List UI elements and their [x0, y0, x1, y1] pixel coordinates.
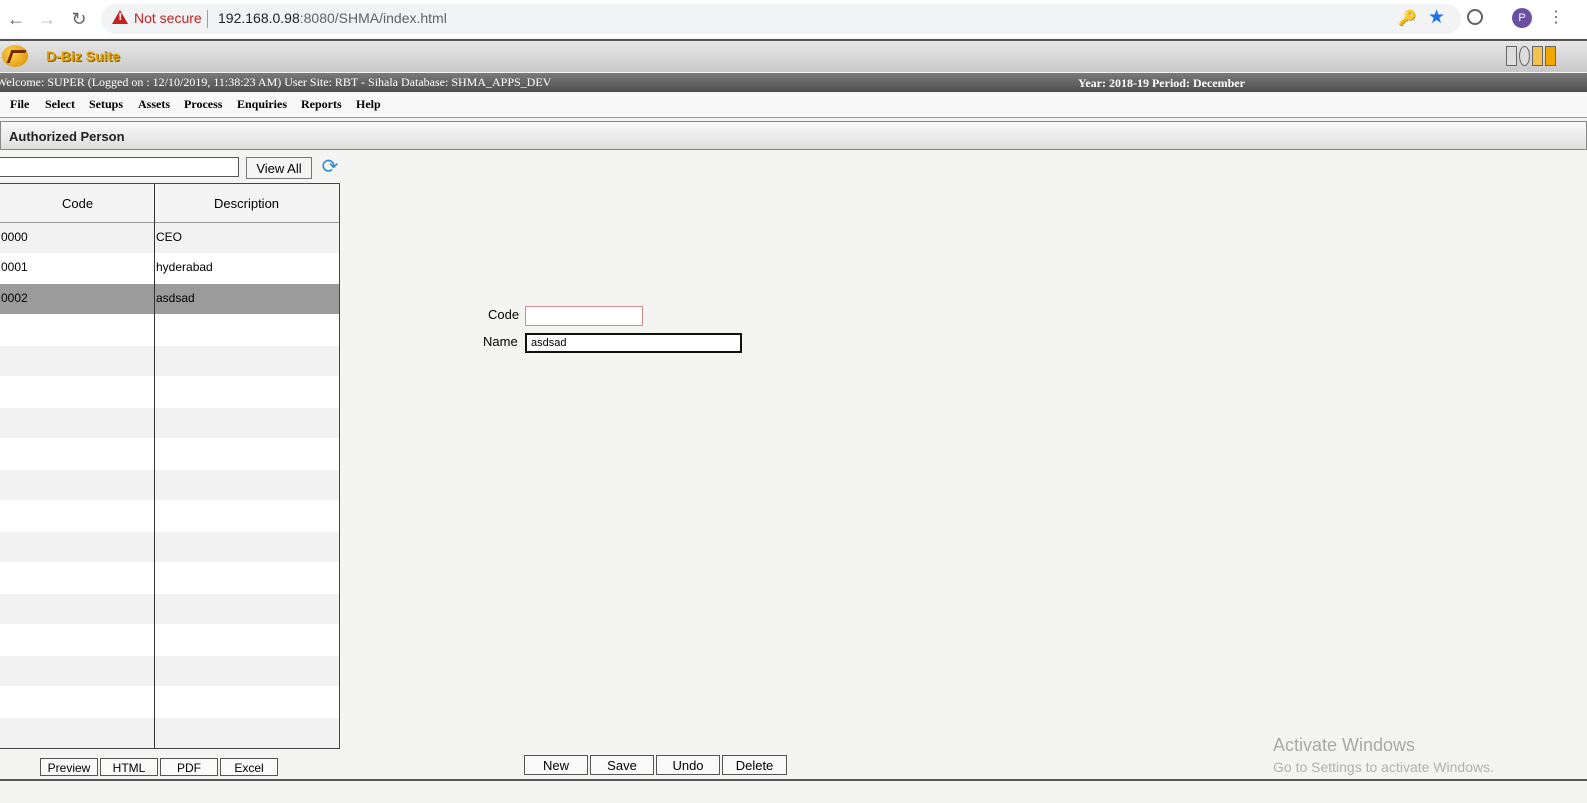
empty-row: [0, 408, 339, 438]
grid-header: Code Description: [0, 184, 339, 223]
menu-assets[interactable]: Assets: [138, 97, 170, 112]
column-divider: [154, 184, 155, 748]
empty-row: [0, 377, 339, 407]
empty-row: [0, 315, 339, 345]
brand-name: D-Biz Suite: [46, 48, 120, 64]
excel-button[interactable]: Excel: [220, 758, 278, 776]
records-grid: Code Description 0000 CEO 0001 hyderabad…: [0, 183, 340, 749]
empty-row: [0, 594, 339, 624]
new-button[interactable]: New: [524, 755, 588, 775]
menu-enquiries[interactable]: Enquiries: [237, 97, 287, 112]
preview-button[interactable]: Preview: [40, 758, 98, 776]
empty-row: [0, 687, 339, 717]
page-title: Authorized Person: [9, 129, 125, 144]
menu-select[interactable]: Select: [45, 97, 75, 112]
empty-row: [0, 532, 339, 562]
menu-kebab-icon[interactable]: ⋮: [1548, 8, 1564, 28]
code-label: Code: [488, 307, 520, 322]
save-button[interactable]: Save: [590, 755, 654, 775]
welcome-text: Welcome: SUPER (Logged on : 12/10/2019, …: [0, 75, 552, 89]
bookmark-star-icon[interactable]: ★: [1428, 6, 1445, 29]
key-icon[interactable]: 🔑: [1398, 9, 1417, 27]
forward-icon[interactable]: →: [36, 8, 58, 30]
pdf-button[interactable]: PDF: [160, 758, 218, 776]
column-header-code[interactable]: Code: [62, 196, 93, 211]
page-title-bar: Authorized Person: [0, 121, 1587, 150]
empty-row: [0, 563, 339, 593]
header-tool-icons: [1506, 46, 1587, 68]
menu-file[interactable]: File: [10, 97, 29, 112]
not-secure-label[interactable]: Not secure: [134, 10, 202, 26]
url-text[interactable]: 192.168.0.98:8080/SHMA/index.html: [218, 10, 447, 26]
activation-watermark-title: Activate Windows: [1273, 735, 1416, 755]
app-header: D-Biz Suite: [0, 39, 1587, 72]
lock-icon[interactable]: [1532, 46, 1543, 66]
help-icon[interactable]: [1519, 46, 1530, 66]
empty-row: [0, 470, 339, 500]
menu-reports[interactable]: Reports: [301, 97, 342, 112]
html-button[interactable]: HTML: [100, 758, 158, 776]
column-header-description[interactable]: Description: [214, 196, 279, 211]
grid-body: 0000 CEO 0001 hyderabad 0002 asdsad: [0, 223, 339, 748]
session-info-bar: Welcome: SUPER (Logged on : 12/10/2019, …: [0, 73, 1587, 92]
empty-row: [0, 439, 339, 469]
empty-row: [0, 656, 339, 686]
reload-icon[interactable]: ↻: [68, 8, 90, 30]
empty-row: [0, 718, 339, 748]
activation-watermark-subtitle: Go to Settings to activate Windows.: [1273, 759, 1494, 775]
menu-process[interactable]: Process: [184, 97, 222, 112]
empty-row: [0, 346, 339, 376]
empty-row: [0, 501, 339, 531]
refresh-icon[interactable]: ⟳: [319, 156, 341, 178]
table-row[interactable]: 0001 hyderabad: [0, 253, 339, 283]
table-row[interactable]: 0000 CEO: [0, 223, 339, 253]
undo-button[interactable]: Undo: [656, 755, 720, 775]
home-icon[interactable]: [1506, 46, 1517, 66]
back-icon[interactable]: ←: [5, 8, 27, 30]
logo-icon: [2, 45, 28, 67]
footer-divider: [0, 779, 1587, 781]
table-row-selected[interactable]: 0002 asdsad: [0, 284, 339, 314]
code-field[interactable]: [525, 306, 643, 326]
browser-toolbar: ← → ↻ ! Not secure 192.168.0.98:8080/SHM…: [0, 0, 1587, 38]
delete-button[interactable]: Delete: [722, 755, 787, 775]
search-input[interactable]: [0, 157, 239, 177]
menu-help[interactable]: Help: [356, 97, 381, 112]
menu-setups[interactable]: Setups: [89, 97, 123, 112]
empty-row: [0, 625, 339, 655]
name-field[interactable]: [525, 333, 742, 353]
period-text: Year: 2018-19 Period: December: [1078, 76, 1245, 90]
logout-icon[interactable]: [1545, 46, 1556, 66]
profile-avatar[interactable]: P: [1512, 8, 1532, 28]
view-all-button[interactable]: View All: [246, 157, 312, 179]
extension-icon[interactable]: [1467, 9, 1483, 25]
name-label: Name: [483, 334, 518, 349]
main-menu: File Select Setups Assets Process Enquir…: [0, 93, 1587, 118]
